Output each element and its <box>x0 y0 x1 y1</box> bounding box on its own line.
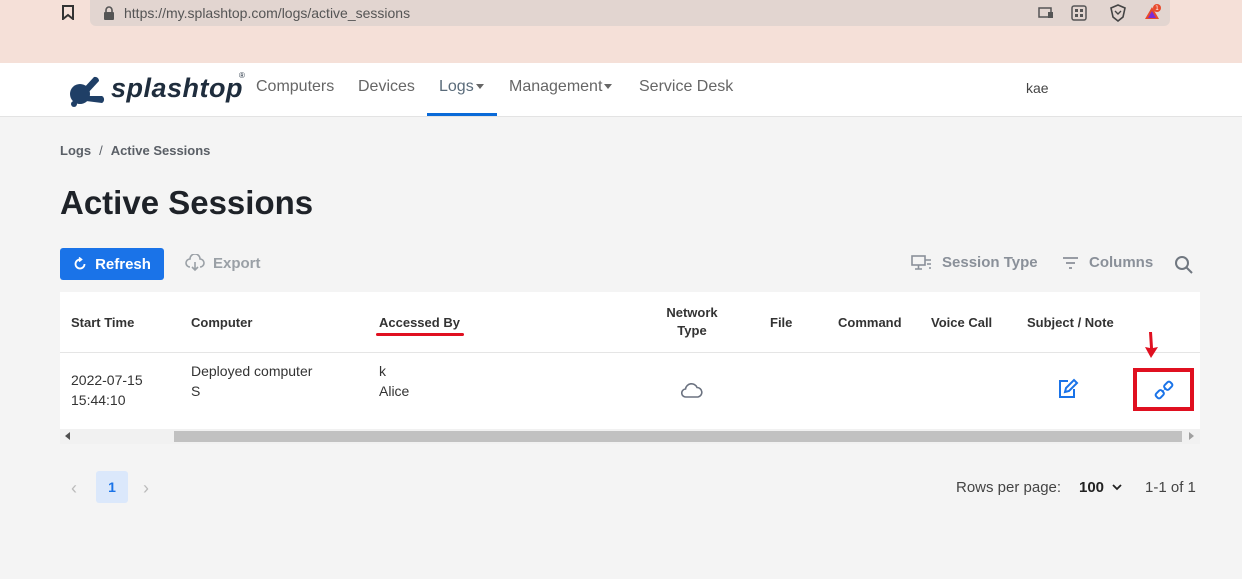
export-label: Export <box>213 254 261 272</box>
bookmark-icon[interactable] <box>61 5 75 20</box>
col-file[interactable]: File <box>770 315 792 330</box>
app-header: splashtop ® Computers Devices Logs Manag… <box>0 63 1242 117</box>
brave-shield-icon[interactable] <box>1109 4 1127 22</box>
columns-label: Columns <box>1089 254 1154 271</box>
monitor-filter-icon <box>911 255 931 270</box>
nav-devices[interactable]: Devices <box>358 78 415 96</box>
search-icon[interactable] <box>1174 255 1194 275</box>
address-bar[interactable]: https://my.splashtop.com/logs/active_ses… <box>90 0 1170 26</box>
redaction-mask <box>205 383 345 401</box>
col-network-type[interactable]: Network Type <box>662 304 722 340</box>
refresh-label: Refresh <box>95 255 151 273</box>
col-network-type-line2: Type <box>677 323 707 338</box>
session-type-button[interactable]: Session Type <box>911 254 1038 271</box>
annotation-arrow <box>1145 332 1158 358</box>
pagination-range: 1-1 of 1 <box>1145 479 1196 496</box>
export-button[interactable]: Export <box>185 254 261 272</box>
computer-name: Deployed computer <box>191 363 313 379</box>
disconnect-icon[interactable] <box>1153 380 1175 400</box>
nav-management-label: Management <box>509 78 603 95</box>
col-network-type-line1: Network <box>666 305 718 320</box>
url-text[interactable]: https://my.splashtop.com/logs/active_ses… <box>124 5 410 21</box>
col-accessed-by[interactable]: Accessed By <box>379 315 460 330</box>
prev-page-button[interactable]: ‹ <box>71 478 77 499</box>
scroll-left-icon[interactable] <box>65 432 70 440</box>
breadcrumb-logs[interactable]: Logs <box>60 143 91 158</box>
scroll-right-icon[interactable] <box>1189 432 1194 440</box>
page-title: Active Sessions <box>60 184 314 221</box>
cloud-download-icon <box>185 254 205 272</box>
breadcrumb-separator: / <box>99 143 103 158</box>
cast-icon[interactable] <box>1037 4 1055 22</box>
brave-rewards-icon[interactable]: 1 <box>1143 4 1161 22</box>
user-menu[interactable]: kae <box>1026 80 1049 96</box>
nav-service-desk[interactable]: Service Desk <box>639 78 733 96</box>
nav-logs[interactable]: Logs <box>439 78 484 96</box>
nav-computers[interactable]: Computers <box>256 78 334 96</box>
scroll-thumb[interactable] <box>174 431 1182 442</box>
redaction-mask <box>393 362 623 378</box>
cell-start-time: 2022-07-15 15:44:10 <box>71 370 143 410</box>
refresh-button[interactable]: Refresh <box>60 248 164 280</box>
col-subject-note[interactable]: Subject / Note <box>1027 315 1114 330</box>
page-1-button[interactable]: 1 <box>96 471 128 503</box>
filter-lines-icon <box>1063 256 1078 269</box>
next-page-button[interactable]: › <box>143 478 149 499</box>
brand-registered-mark: ® <box>239 71 245 80</box>
breadcrumb: Logs / Active Sessions <box>60 143 210 158</box>
lock-icon <box>104 6 114 20</box>
breadcrumb-current: Active Sessions <box>110 143 211 158</box>
chevron-down-icon <box>1112 484 1122 491</box>
rows-per-page-select[interactable]: 100 <box>1079 479 1122 496</box>
header-divider <box>60 352 1200 353</box>
nav-logs-label: Logs <box>439 78 474 95</box>
apps-grid-icon[interactable] <box>1070 4 1088 22</box>
rewards-badge-count: 1 <box>1155 5 1159 12</box>
accessed-name: Alice <box>379 383 410 399</box>
start-date: 2022-07-15 <box>71 372 143 388</box>
redaction-mask <box>1052 77 1170 99</box>
col-computer[interactable]: Computer <box>191 315 252 330</box>
edit-note-icon[interactable] <box>1057 378 1079 400</box>
annotation-underline <box>376 333 464 336</box>
session-type-label: Session Type <box>942 254 1038 271</box>
col-command[interactable]: Command <box>838 315 902 330</box>
col-start-time[interactable]: Start Time <box>71 315 134 330</box>
cloud-icon <box>681 383 703 398</box>
chevron-down-icon <box>604 84 613 90</box>
chevron-down-icon <box>475 84 484 90</box>
start-clock: 15:44:10 <box>71 392 126 408</box>
sessions-table: Start Time Computer Accessed By Network … <box>60 292 1200 444</box>
splashtop-logo-icon[interactable] <box>66 70 108 108</box>
rows-per-page-label: Rows per page: <box>956 479 1062 496</box>
nav-management[interactable]: Management <box>509 78 613 96</box>
columns-button[interactable]: Columns <box>1062 254 1153 271</box>
brand-name[interactable]: splashtop <box>111 73 243 104</box>
rows-per-page-value: 100 <box>1079 479 1105 496</box>
browser-toolbar: https://my.splashtop.com/logs/active_ses… <box>0 0 1242 63</box>
col-voice-call[interactable]: Voice Call <box>931 315 992 330</box>
refresh-icon <box>74 257 86 270</box>
active-nav-indicator <box>427 113 497 116</box>
horizontal-scrollbar[interactable] <box>60 429 1200 444</box>
